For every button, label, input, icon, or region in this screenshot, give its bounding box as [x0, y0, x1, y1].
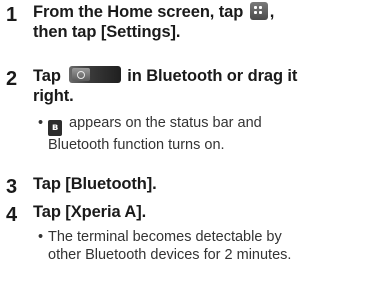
step-title: From the Home screen, tap , then tap [Se…: [33, 2, 369, 42]
bluetooth-status-icon: ʙ: [48, 120, 62, 136]
step-number: 1: [6, 4, 18, 26]
step-title-text: Tap: [33, 67, 61, 85]
step-number: 4: [6, 204, 18, 226]
toggle-off-icon: [69, 66, 122, 83]
step-title: Tap [Xperia A].: [33, 203, 147, 221]
step-note: • ʙ appears on the status bar and Bluetoo…: [38, 114, 369, 154]
step-title-text: in Bluetooth or drag it: [127, 67, 298, 85]
step-title-text: right.: [33, 87, 74, 105]
step-note-text: The terminal becomes detectable by: [48, 229, 282, 245]
step-title-text: From the Home screen, tap: [33, 3, 244, 21]
step-title: Tap [Bluetooth].: [33, 175, 157, 193]
apps-grid-icon: [249, 2, 268, 20]
bullet-dot: •: [38, 229, 44, 245]
step-title: Tap in Bluetooth or drag it right.: [33, 66, 369, 106]
step-note: • The terminal becomes detectable by othe…: [38, 228, 369, 264]
step-title-text: then tap [Settings].: [33, 23, 181, 41]
bullet-dot: •: [38, 115, 44, 131]
step-title-text: ,: [269, 3, 275, 21]
step-number: 3: [6, 176, 18, 198]
step-note-text: Bluetooth function turns on.: [48, 137, 225, 153]
step-note-text: appears on the status bar and: [69, 115, 262, 131]
step-number: 2: [6, 68, 18, 90]
step-note-text: other Bluetooth devices for 2 minutes.: [48, 247, 292, 263]
